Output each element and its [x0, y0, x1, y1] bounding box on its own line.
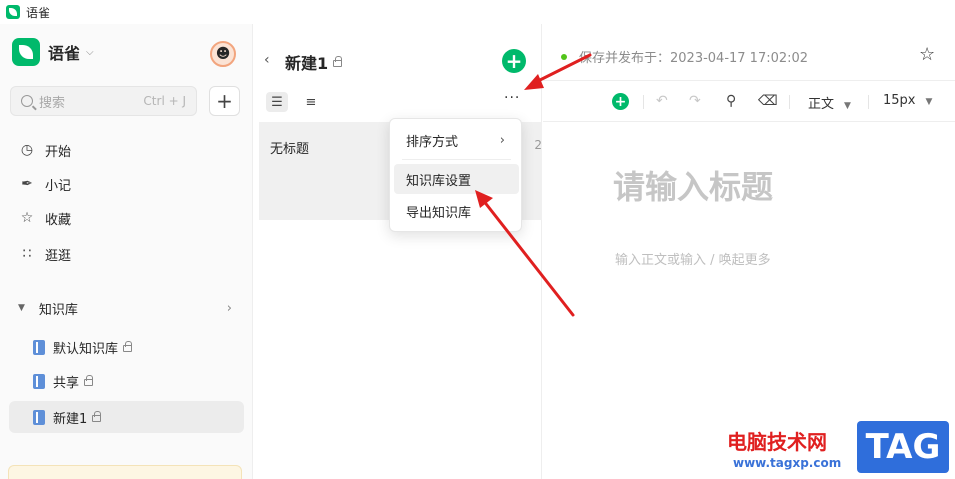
- font-size-select[interactable]: 15px ▼: [883, 93, 932, 108]
- kb-item-shared[interactable]: 共享: [9, 365, 244, 397]
- watermark-url: www.tagxp.com: [733, 456, 842, 470]
- more-options-button[interactable]: ···: [504, 90, 520, 106]
- editor-toolbar: + ↶ ↷ ⚲ ⌫ 正文 ▼ 15px ▼: [543, 81, 955, 121]
- new-doc-button[interactable]: +: [502, 49, 526, 73]
- nav-item-label: 开始: [45, 144, 72, 160]
- list-view-button[interactable]: ☰: [266, 92, 288, 112]
- redo-icon[interactable]: ↷: [689, 93, 701, 109]
- lock-icon: [123, 340, 133, 352]
- book-icon: [33, 339, 45, 355]
- watermark-text: 电脑技术网: [727, 430, 827, 454]
- editor-panel: 保存并发布于：2023-04-17 17:02:02 ☆ + ↶ ↷ ⚲ ⌫ 正…: [543, 24, 955, 479]
- section-label: 知识库: [38, 302, 78, 318]
- insert-plus-button[interactable]: +: [612, 93, 629, 110]
- avatar[interactable]: ☻: [210, 41, 236, 67]
- caret-down-icon: ▼: [925, 97, 933, 107]
- toolbar-divider: [643, 95, 644, 109]
- tree-view-button[interactable]: ≡: [300, 92, 322, 112]
- paragraph-style-value: 正文: [808, 97, 835, 112]
- knowledge-base-section-header[interactable]: ▼ 知识库 ›: [18, 296, 232, 320]
- title-bar: 语雀: [0, 0, 955, 24]
- book-icon: [33, 373, 45, 389]
- chevron-right-icon[interactable]: ›: [227, 301, 232, 316]
- knowledge-base-title: 新建1: [285, 50, 343, 74]
- add-button[interactable]: +: [209, 86, 240, 116]
- divider: [543, 121, 955, 122]
- clear-format-icon[interactable]: ⌫: [758, 93, 778, 109]
- paragraph-style-select[interactable]: 正文 ▼: [808, 93, 851, 112]
- nav-item-label: 小记: [45, 178, 72, 194]
- kb-item-label: 默认知识库: [53, 341, 119, 357]
- undo-icon[interactable]: ↶: [656, 93, 668, 109]
- nav-item-label: 收藏: [45, 212, 72, 228]
- toolbar-divider: [789, 95, 790, 109]
- kb-item-new1[interactable]: 新建1: [9, 401, 244, 433]
- menu-item-label: 导出知识库: [406, 205, 472, 221]
- chevron-right-icon: ›: [499, 132, 505, 148]
- watermark-tag-logo: TAG: [857, 421, 949, 473]
- caret-down-icon: ▼: [844, 101, 851, 111]
- collapse-triangle-icon: ▼: [18, 303, 25, 313]
- nav-item-explore[interactable]: ∷ 逛逛: [18, 242, 71, 266]
- app-logo-icon: [6, 5, 20, 19]
- font-size-value: 15px: [883, 93, 916, 108]
- save-status: 保存并发布于：2023-04-17 17:02:02: [561, 47, 808, 66]
- title-input[interactable]: 请输入标题: [613, 162, 773, 208]
- lock-icon: [333, 55, 343, 67]
- book-icon: [33, 409, 45, 425]
- nav-item-label: 逛逛: [45, 248, 72, 264]
- menu-divider: [402, 159, 511, 160]
- doc-list-panel: ‹ 新建1 + ☰ ≡ ··· 无标题 2: [254, 24, 542, 479]
- toolbar-divider: [868, 95, 869, 109]
- search-shortcut: Ctrl + J: [143, 94, 186, 108]
- window-title: 语雀: [26, 5, 51, 20]
- search-icon: [21, 95, 33, 107]
- lock-icon: [84, 374, 94, 386]
- sidebar: 语雀 ⌵ ☻ 搜索 Ctrl + J + ◷ 开始 ✒ 小记 ☆ 收藏 ∷ 逛逛…: [0, 24, 253, 479]
- lock-icon: [92, 410, 102, 422]
- yuque-logo-icon: [12, 38, 40, 66]
- promo-banner[interactable]: [8, 465, 242, 479]
- kb-item-default[interactable]: 默认知识库: [9, 331, 244, 363]
- search-placeholder: 搜索: [39, 95, 66, 111]
- doc-title: 无标题: [270, 142, 310, 157]
- more-options-menu: 排序方式 › 知识库设置 导出知识库: [389, 118, 522, 232]
- menu-item-label: 知识库设置: [406, 173, 472, 189]
- brand-switcher[interactable]: 语雀 ⌵: [12, 38, 94, 66]
- favorite-star-icon[interactable]: ☆: [919, 44, 935, 65]
- star-icon: ☆: [20, 210, 34, 226]
- menu-item-export-kb[interactable]: 导出知识库: [394, 196, 519, 226]
- menu-item-sort[interactable]: 排序方式 ›: [394, 125, 519, 155]
- body-input[interactable]: 输入正文或输入 / 唤起更多: [615, 249, 771, 268]
- search-input[interactable]: 搜索 Ctrl + J: [10, 86, 197, 116]
- nav-item-notes[interactable]: ✒ 小记: [18, 172, 71, 196]
- clock-icon: ◷: [20, 142, 34, 158]
- doc-meta: 2: [534, 138, 542, 152]
- kb-item-label: 共享: [53, 375, 80, 391]
- save-status-text: 保存并发布于：2023-04-17 17:02:02: [579, 51, 809, 66]
- nav-item-start[interactable]: ◷ 开始: [18, 138, 71, 162]
- kb-title-text: 新建1: [285, 54, 329, 73]
- menu-item-kb-settings[interactable]: 知识库设置: [394, 164, 519, 194]
- grid-icon: ∷: [22, 246, 32, 262]
- brand-name: 语雀: [48, 44, 81, 63]
- status-dot-icon: [561, 53, 567, 60]
- nav-item-favorites[interactable]: ☆ 收藏: [18, 206, 71, 230]
- menu-item-label: 排序方式: [406, 134, 459, 150]
- chevron-down-icon: ⌵: [86, 46, 94, 58]
- feather-icon: ✒: [21, 176, 33, 192]
- format-painter-icon[interactable]: ⚲: [726, 93, 736, 109]
- kb-item-label: 新建1: [53, 411, 88, 427]
- back-chevron-icon[interactable]: ‹: [264, 52, 270, 68]
